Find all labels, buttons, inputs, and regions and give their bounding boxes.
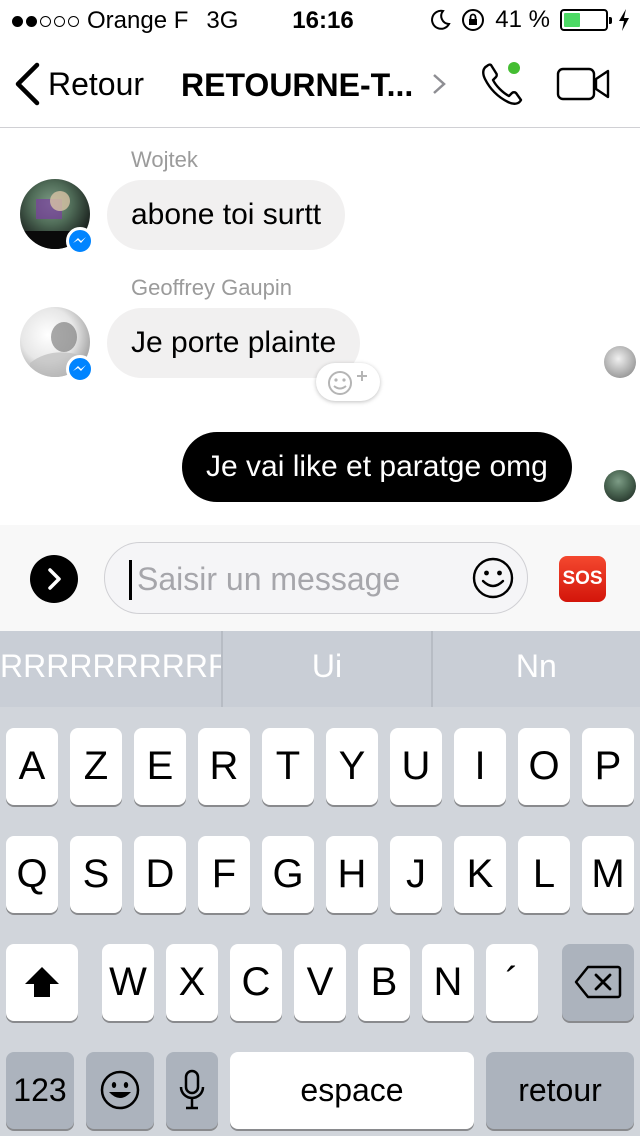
- read-receipt-avatar: [604, 470, 636, 502]
- key-l[interactable]: L: [518, 836, 570, 913]
- key-acute-accent[interactable]: ´: [486, 944, 538, 1021]
- text-cursor: [129, 560, 132, 600]
- conversation-title[interactable]: RETOURNE-T...: [181, 67, 413, 104]
- title-chevron-right-icon[interactable]: [432, 73, 446, 95]
- conversation-header: Retour RETOURNE-T...: [0, 40, 640, 128]
- battery-percent: 41 %: [495, 6, 550, 33]
- sender-name: Geoffrey Gaupin: [131, 275, 293, 300]
- key-v[interactable]: V: [294, 944, 346, 1021]
- message-composer: Saisir un message SOS: [0, 525, 640, 631]
- key-z[interactable]: Z: [70, 728, 122, 805]
- add-reaction-button[interactable]: [316, 363, 380, 401]
- delete-key[interactable]: [562, 944, 634, 1021]
- orientation-lock-icon: [462, 9, 485, 31]
- key-w[interactable]: W: [102, 944, 154, 1021]
- emoji-icon[interactable]: [471, 556, 515, 600]
- key-n[interactable]: N: [422, 944, 474, 1021]
- key-a[interactable]: A: [6, 728, 58, 805]
- message-bubble[interactable]: abone toi surtt: [107, 180, 346, 250]
- key-m[interactable]: M: [582, 836, 634, 913]
- key-d[interactable]: D: [134, 836, 186, 913]
- keyboard: RRRRRRRRRRR Ui Nn A Z E R T Y U I O P Q …: [0, 631, 640, 1136]
- return-key[interactable]: retour: [486, 1052, 634, 1129]
- back-label: Retour: [48, 65, 145, 102]
- key-q[interactable]: Q: [6, 836, 58, 913]
- suggestion-3[interactable]: Nn: [430, 631, 640, 707]
- microphone-icon: [179, 1069, 205, 1110]
- key-k[interactable]: K: [454, 836, 506, 913]
- key-h[interactable]: H: [326, 836, 378, 913]
- key-i[interactable]: I: [454, 728, 506, 805]
- back-button[interactable]: Retour: [14, 62, 144, 106]
- status-right: 41 %: [429, 6, 630, 34]
- key-j[interactable]: J: [390, 836, 442, 913]
- key-s[interactable]: S: [70, 836, 122, 913]
- messenger-badge-icon: [66, 227, 94, 255]
- battery-icon: [560, 9, 612, 31]
- key-c[interactable]: C: [230, 944, 282, 1021]
- key-p[interactable]: P: [582, 728, 634, 805]
- shift-key[interactable]: [6, 944, 78, 1021]
- message-bubble[interactable]: Je vai like et paratge omg: [182, 432, 572, 502]
- back-chevron-icon: [15, 62, 40, 106]
- numbers-key[interactable]: 123: [6, 1052, 74, 1129]
- predictive-bar: RRRRRRRRRRR Ui Nn: [0, 631, 640, 707]
- do-not-disturb-moon-icon: [431, 9, 451, 30]
- emoji-keyboard-icon: [100, 1070, 140, 1110]
- video-call-icon[interactable]: [556, 66, 612, 102]
- key-o[interactable]: O: [518, 728, 570, 805]
- message-thread[interactable]: Wojtek abone toi surtt Geoffrey Gaupin J…: [0, 129, 640, 525]
- sender-name: Wojtek: [131, 147, 198, 172]
- read-receipt-avatar: [604, 346, 636, 378]
- sos-sticker-button[interactable]: SOS: [559, 556, 606, 602]
- emoji-keyboard-key[interactable]: [86, 1052, 154, 1129]
- key-g[interactable]: G: [262, 836, 314, 913]
- key-t[interactable]: T: [262, 728, 314, 805]
- key-x[interactable]: X: [166, 944, 218, 1021]
- message-input-placeholder: Saisir un message: [137, 561, 401, 597]
- suggestion-1[interactable]: RRRRRRRRRRR: [0, 631, 221, 707]
- expand-actions-button[interactable]: [30, 555, 78, 603]
- suggestion-2[interactable]: Ui: [221, 631, 430, 707]
- key-b[interactable]: B: [358, 944, 410, 1021]
- shift-icon: [25, 967, 59, 997]
- charging-bolt-icon: [619, 9, 629, 31]
- messenger-badge-icon: [66, 355, 94, 383]
- key-e[interactable]: E: [134, 728, 186, 805]
- status-bar: Orange F 3G 16:16 41 %: [0, 0, 640, 40]
- online-status-dot: [508, 62, 520, 74]
- key-f[interactable]: F: [198, 836, 250, 913]
- message-input[interactable]: Saisir un message: [104, 542, 528, 614]
- space-key[interactable]: espace: [230, 1052, 474, 1129]
- key-r[interactable]: R: [198, 728, 250, 805]
- backspace-icon: [574, 965, 622, 999]
- key-u[interactable]: U: [390, 728, 442, 805]
- voice-call-icon[interactable]: [478, 60, 528, 108]
- key-y[interactable]: Y: [326, 728, 378, 805]
- dictation-key[interactable]: [166, 1052, 218, 1129]
